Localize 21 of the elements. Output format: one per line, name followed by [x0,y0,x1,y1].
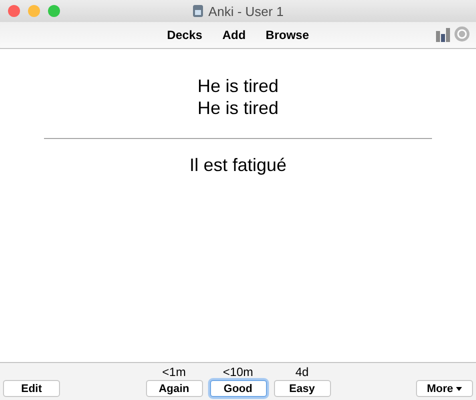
edit-button[interactable]: Edit [3,380,60,397]
caret-icon [456,386,462,390]
interval-label: <1m [162,365,186,380]
minimize-button[interactable] [28,5,40,17]
question-text: He is tired [197,75,279,97]
answer-text: Il est fatigué [189,154,287,176]
toolbar-link[interactable]: Add [222,28,246,42]
toolbar-link[interactable]: Decks [166,28,202,42]
answer-button[interactable]: Good [210,380,266,397]
answer-button[interactable]: Easy [274,380,330,397]
interval-label: 4d [295,365,309,380]
app-icon [192,4,204,18]
interval-label: <10m [222,365,254,380]
window-title: Anki - User 1 [208,4,284,18]
more-button[interactable]: More [416,380,473,397]
close-button[interactable] [8,5,20,17]
stats-icon[interactable] [435,26,451,42]
toolbar-link[interactable]: Browse [266,28,310,42]
answer-button[interactable]: Again [146,380,202,397]
question-text: He is tired [197,97,279,119]
zoom-button[interactable] [48,5,60,17]
